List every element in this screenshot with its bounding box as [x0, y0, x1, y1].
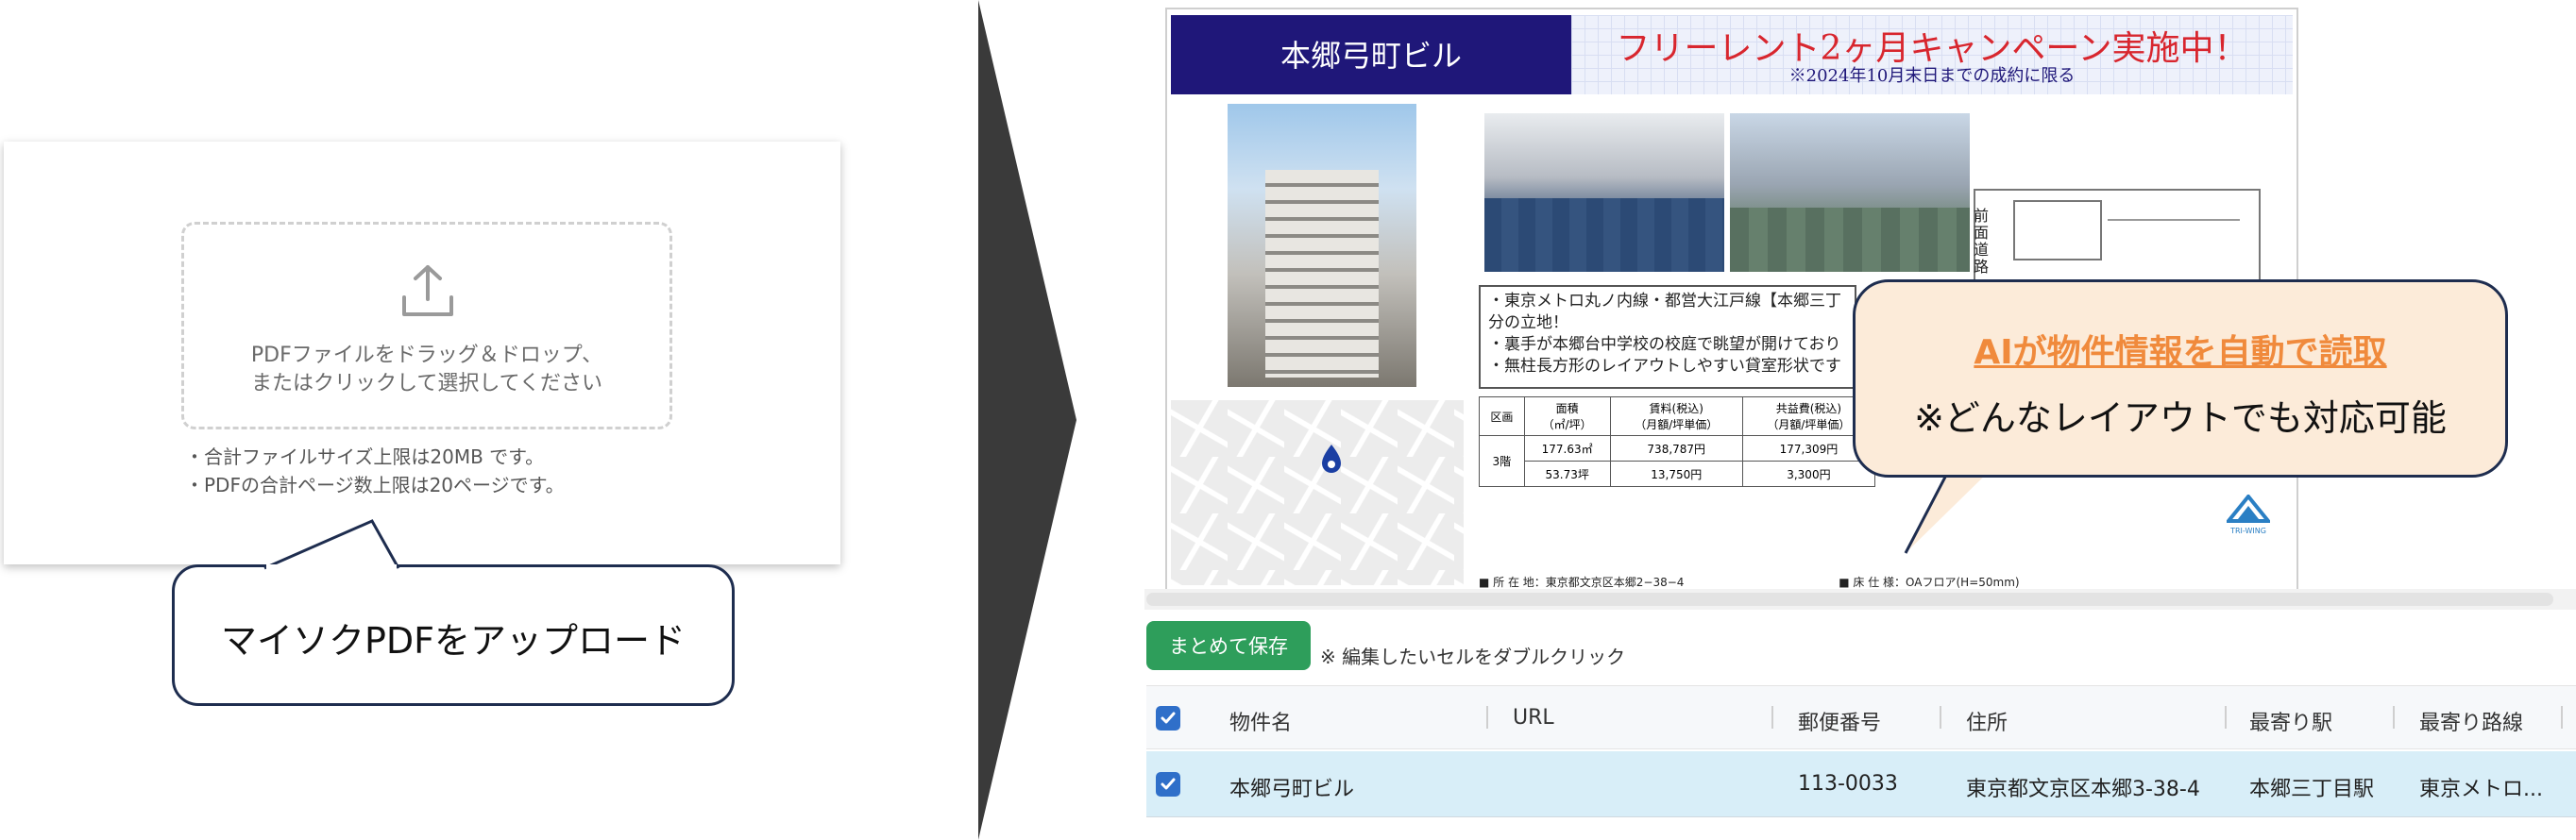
flyer-floor-spec: ■ 床 仕 様：OAフロア(H=50mm): [1839, 576, 2020, 589]
column-separator[interactable]: [1771, 706, 1773, 729]
feature-bullet-2: 分の立地！: [1488, 313, 1568, 332]
column-separator[interactable]: [1940, 706, 1941, 729]
feature-bullet-3: ・裏手が本郷台中学校の校庭で眺望が開けており: [1488, 335, 1841, 354]
checkmark-icon: [1161, 778, 1176, 790]
edit-hint: ※ 編集したいセルをダブルクリック: [1320, 646, 1626, 668]
preview-scrollbar-thumb[interactable]: [1146, 593, 2553, 606]
upload-icon: [402, 265, 453, 316]
interior-photo-1: [1484, 113, 1724, 272]
ai-callout-bubble: [1853, 279, 2508, 478]
table-cell: 3階: [1479, 435, 1525, 487]
table-cell: 53.73坪: [1523, 461, 1611, 487]
column-header-address[interactable]: 住所: [1966, 706, 2008, 736]
column-header-url[interactable]: URL: [1513, 706, 1554, 730]
table-cell: 13,750円: [1609, 461, 1743, 487]
dropzone-instruction-line1: PDFファイルをドラッグ＆ドロップ、: [250, 344, 603, 367]
feature-bullet-1: ・東京メトロ丸ノ内線・都営大江戸線【本郷三丁: [1488, 292, 1841, 311]
building-photo: [1228, 104, 1416, 387]
column-header-name[interactable]: 物件名: [1229, 706, 1292, 736]
select-all-checkbox[interactable]: [1156, 706, 1180, 731]
map-pin-icon: [1322, 445, 1341, 473]
flyer-building-name: 本郷弓町ビル: [1280, 38, 1462, 74]
view-photo: [1730, 113, 1970, 272]
filesize-limit-note: ・合計ファイルサイズ上限は20MB です。: [185, 445, 545, 468]
feature-bullet-4: ・無柱長方形のレイアウトしやすい貸室形状です: [1488, 357, 1841, 376]
table-row: 53.73坪 13,750円 3,300円: [1480, 461, 1876, 487]
ai-callout-subtitle: ※どんなレイアウトでも対応可能: [1914, 397, 2447, 439]
column-separator[interactable]: [2561, 706, 2563, 729]
road-label: 前面道路: [1974, 207, 1990, 276]
upload-callout-label: マイソクPDFをアップロード: [220, 620, 686, 662]
table-cell: 賃料(税込) （月額/坪単価）: [1609, 396, 1743, 436]
column-header-nearest-line[interactable]: 最寄り路線: [2419, 706, 2523, 736]
checkmark-icon: [1161, 712, 1176, 724]
cell-address[interactable]: 東京都文京区本郷3-38-4: [1966, 772, 2200, 802]
row-checkbox[interactable]: [1156, 772, 1180, 797]
cell-property-name[interactable]: 本郷弓町ビル: [1229, 772, 1354, 802]
cell-postal-code[interactable]: 113-0033: [1798, 772, 1898, 796]
table-cell: 177.63㎡: [1523, 435, 1611, 462]
cell-nearest-line[interactable]: 東京メトロ...: [2419, 772, 2543, 802]
table-cell: 3,300円: [1741, 461, 1876, 487]
location-map: [1171, 400, 1464, 585]
column-header-nearest-station[interactable]: 最寄り駅: [2249, 706, 2332, 736]
ai-callout-title: AIが物件情報を自動で読取: [1974, 333, 2387, 372]
column-separator[interactable]: [2225, 706, 2227, 729]
save-all-button[interactable]: まとめて保存: [1146, 621, 1311, 670]
company-logo: TRI-WING: [2224, 493, 2273, 535]
dropzone-instruction-line2: またはクリックして選択してください: [250, 372, 603, 395]
flyer-footer: ■ 所 在 地：東京都文京区本郷2−38−4 ■ 床 仕 様：OAフロア(H=5…: [1479, 574, 2234, 590]
rent-spec-table: 区画 面積 （㎡/坪） 賃料(税込) （月額/坪単価） 共益費(税込) （月額/坪単価…: [1479, 396, 1876, 487]
upload-callout-tail: [263, 519, 400, 570]
column-header-postal-code[interactable]: 郵便番号: [1798, 706, 1881, 736]
flow-arrow-icon: [978, 0, 1076, 840]
column-separator[interactable]: [2393, 706, 2395, 729]
cell-nearest-station[interactable]: 本郷三丁目駅: [2249, 772, 2374, 802]
pdf-dropzone[interactable]: [181, 222, 672, 429]
table-row: 3階 177.63㎡ 738,787円 177,309円: [1479, 435, 1876, 487]
flyer-address: ■ 所 在 地：東京都文京区本郷2−38−4: [1479, 576, 1685, 589]
table-cell: 面積 （㎡/坪）: [1523, 396, 1611, 436]
table-row: 区画 面積 （㎡/坪） 賃料(税込) （月額/坪単価） 共益費(税込) （月額/坪単価…: [1479, 396, 1876, 436]
feature-bullets: ・東京メトロ丸ノ内線・都営大江戸線【本郷三丁 分の立地！ ・裏手が本郷台中学校の…: [1479, 285, 1856, 389]
table-cell: 738,787円: [1609, 435, 1743, 462]
pagecount-limit-note: ・PDFの合計ページ数上限は20ページです。: [185, 474, 565, 496]
campaign-subtitle: ※2024年10月末日までの成約に限る: [1788, 66, 2076, 86]
table-cell: 区画: [1479, 396, 1525, 436]
column-separator[interactable]: [1486, 706, 1488, 729]
